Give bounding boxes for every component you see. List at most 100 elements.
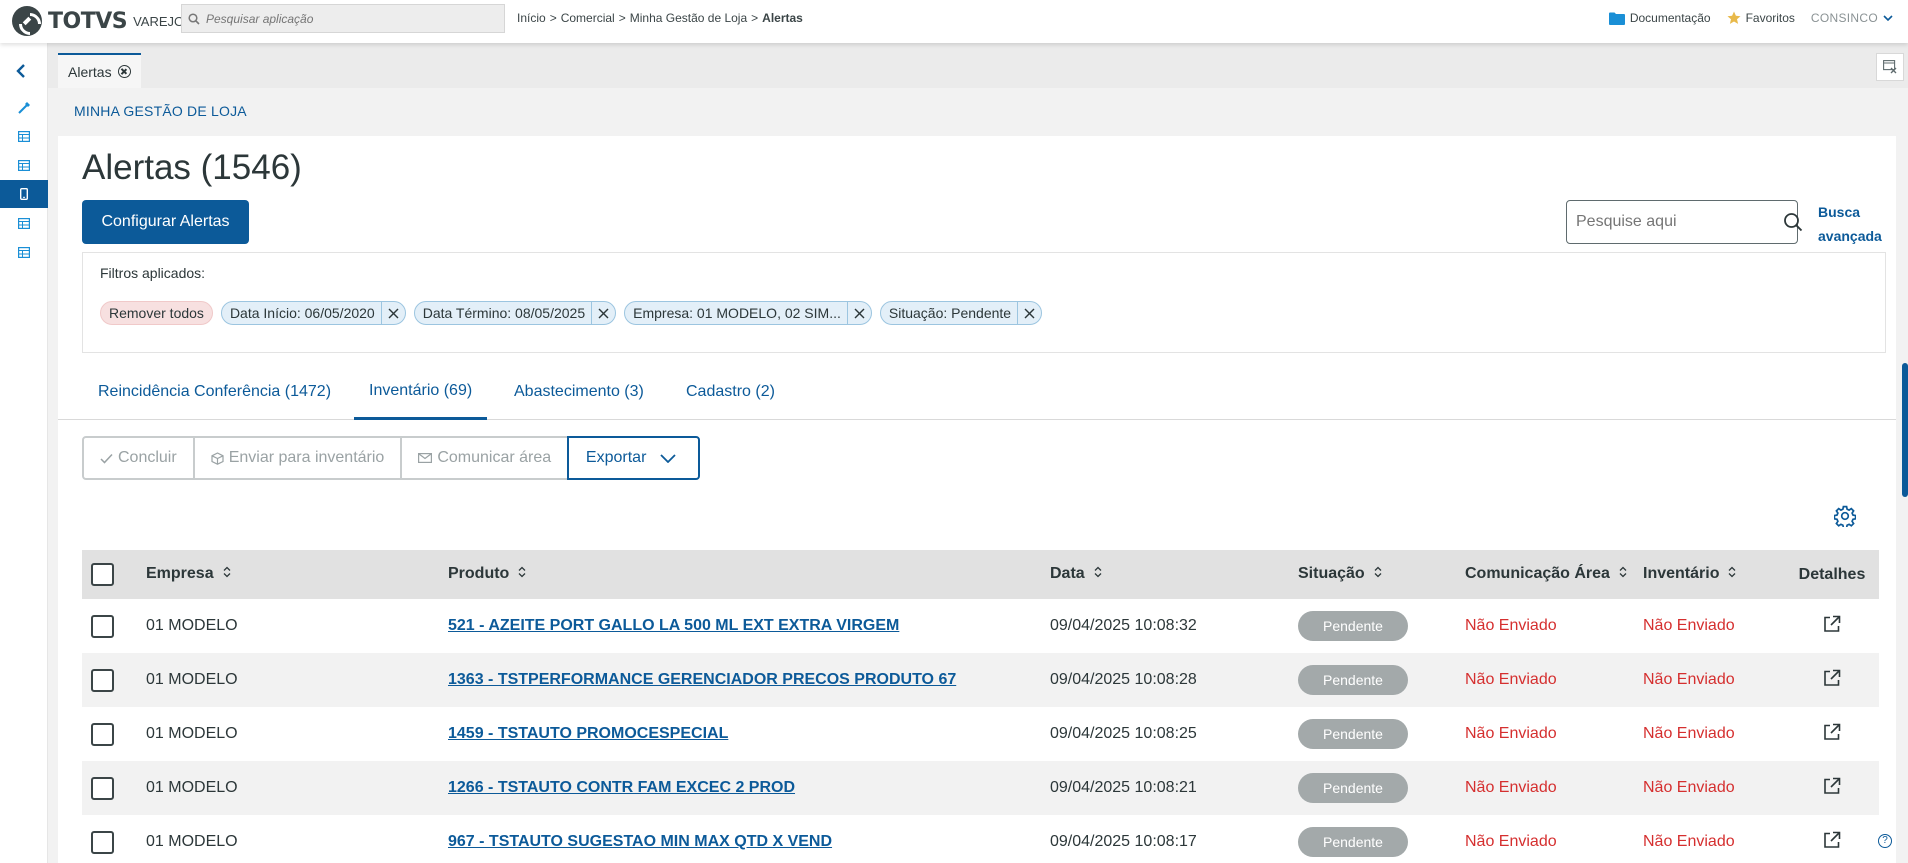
select-all-checkbox[interactable] bbox=[91, 563, 114, 586]
page-scrollbar[interactable] bbox=[1902, 363, 1908, 497]
cell-data: 09/04/2025 10:08:28 bbox=[1050, 671, 1197, 688]
breadcrumb-item-inicio[interactable]: Início bbox=[517, 11, 546, 25]
column-inventario[interactable]: Inventário bbox=[1643, 550, 1785, 599]
breadcrumb: Início > Comercial > Minha Gestão de Loja > Al… bbox=[517, 11, 803, 25]
filter-chip-label: Data Início: 06/05/2020 bbox=[229, 305, 375, 321]
close-tab-icon[interactable] bbox=[117, 65, 131, 78]
alert-category-tabs: Reincidência Conferência (1472) Inventár… bbox=[58, 364, 1896, 420]
app-search[interactable] bbox=[181, 4, 505, 33]
breadcrumb-item-gestao[interactable]: Minha Gestão de Loja bbox=[630, 11, 747, 25]
external-link-icon[interactable] bbox=[1823, 615, 1841, 637]
conclude-button[interactable]: Concluir bbox=[82, 436, 195, 480]
window-options-button[interactable] bbox=[1876, 53, 1904, 81]
advanced-search-link[interactable]: Busca avançada bbox=[1818, 200, 1888, 248]
remove-all-filters-button[interactable]: Remover todos bbox=[100, 301, 213, 325]
product-link[interactable]: 1363 - TSTPERFORMANCE GERENCIADOR PRECOS… bbox=[448, 671, 956, 688]
table-icon bbox=[18, 159, 30, 171]
help-icon[interactable]: ? bbox=[1878, 834, 1892, 848]
favorites-link[interactable]: Favoritos bbox=[1727, 11, 1795, 25]
cell-empresa: 01 MODELO bbox=[146, 671, 238, 688]
rail-item-mobile[interactable] bbox=[0, 180, 48, 208]
tab-inventario[interactable]: Inventário (69) bbox=[354, 364, 488, 420]
external-link-icon[interactable] bbox=[1823, 723, 1841, 745]
row-checkbox[interactable] bbox=[91, 776, 114, 800]
table-header-row: Empresa Produto Data Situação Comunicaçã… bbox=[82, 550, 1879, 599]
row-checkbox[interactable] bbox=[91, 614, 114, 638]
product-link[interactable]: 521 - AZEITE PORT GALLO LA 500 ML EXT EX… bbox=[448, 617, 899, 634]
status-badge: Pendente bbox=[1298, 827, 1408, 857]
cell-empresa: 01 MODELO bbox=[146, 617, 238, 634]
top-right-menu: Documentação Favoritos CONSINCO bbox=[1593, 0, 1898, 36]
quick-search-input[interactable] bbox=[1567, 201, 1783, 243]
breadcrumb-separator: > bbox=[751, 11, 759, 25]
column-data[interactable]: Data bbox=[1050, 550, 1298, 599]
product-link[interactable]: 1266 - TSTAUTO CONTR FAM EXCEC 2 PROD bbox=[448, 779, 795, 796]
rail-item-table-1[interactable] bbox=[0, 122, 48, 150]
tab-cadastro[interactable]: Cadastro (2) bbox=[686, 364, 775, 420]
product-link[interactable]: 967 - TSTAUTO SUGESTAO MIN MAX QTD X VEN… bbox=[448, 833, 832, 850]
cell-comunicacao: Não Enviado bbox=[1465, 725, 1557, 742]
tab-reincidencia[interactable]: Reincidência Conferência (1472) bbox=[98, 364, 331, 420]
product-link[interactable]: 1459 - TSTAUTO PROMOCESPECIAL bbox=[448, 725, 728, 742]
send-to-inventory-button[interactable]: Enviar para inventário bbox=[192, 436, 403, 480]
cell-comunicacao: Não Enviado bbox=[1465, 833, 1557, 850]
communicate-area-button[interactable]: Comunicar área bbox=[400, 436, 570, 480]
export-label: Exportar bbox=[585, 449, 647, 466]
external-link-icon[interactable] bbox=[1823, 669, 1841, 691]
sort-icon bbox=[1728, 565, 1736, 583]
sort-icon bbox=[518, 565, 526, 583]
cell-comunicacao: Não Enviado bbox=[1465, 671, 1557, 688]
table-settings-button[interactable] bbox=[1833, 505, 1857, 532]
chevron-down-icon bbox=[1883, 15, 1893, 21]
column-produto[interactable]: Produto bbox=[448, 550, 1050, 599]
table-row: 01 MODELO 967 - TSTAUTO SUGESTAO MIN MAX… bbox=[82, 815, 1879, 863]
external-link-icon[interactable] bbox=[1823, 777, 1841, 799]
cell-comunicacao: Não Enviado bbox=[1465, 779, 1557, 796]
column-empresa[interactable]: Empresa bbox=[146, 550, 448, 599]
module-title: MINHA GESTÃO DE LOJA bbox=[74, 103, 247, 119]
cell-inventario: Não Enviado bbox=[1643, 833, 1735, 850]
tab-abastecimento[interactable]: Abastecimento (3) bbox=[514, 364, 644, 420]
rail-item-table-3[interactable] bbox=[0, 209, 48, 237]
row-checkbox[interactable] bbox=[91, 722, 114, 746]
conclude-label: Concluir bbox=[118, 449, 177, 466]
row-checkbox[interactable] bbox=[91, 830, 114, 854]
quick-search[interactable] bbox=[1566, 200, 1803, 244]
box-icon bbox=[211, 451, 224, 465]
sort-icon bbox=[223, 565, 231, 583]
filter-chip-status: Situação: Pendente bbox=[879, 301, 1043, 325]
user-menu[interactable]: CONSINCO bbox=[1811, 11, 1898, 25]
rail-item-tools[interactable] bbox=[0, 94, 48, 122]
folder-icon bbox=[1608, 12, 1625, 25]
totvs-logo[interactable]: TOTVS VAREJO bbox=[12, 4, 184, 38]
breadcrumb-separator: > bbox=[549, 11, 557, 25]
search-icon[interactable] bbox=[1783, 212, 1803, 232]
close-icon[interactable] bbox=[380, 302, 405, 324]
close-icon[interactable] bbox=[591, 302, 615, 324]
tab-alertas[interactable]: Alertas bbox=[58, 53, 141, 88]
column-comunicacao[interactable]: Comunicação Área bbox=[1465, 550, 1643, 599]
external-link-icon[interactable] bbox=[1823, 831, 1841, 853]
breadcrumb-item-comercial[interactable]: Comercial bbox=[561, 11, 615, 25]
cell-data: 09/04/2025 10:08:17 bbox=[1050, 833, 1197, 850]
row-checkbox[interactable] bbox=[91, 668, 114, 692]
check-icon bbox=[100, 453, 113, 464]
column-situacao[interactable]: Situação bbox=[1298, 550, 1465, 599]
app-search-input[interactable] bbox=[206, 5, 504, 32]
close-icon[interactable] bbox=[846, 302, 871, 324]
rail-item-table-2[interactable] bbox=[0, 151, 48, 179]
collapse-menu-button[interactable] bbox=[14, 63, 28, 84]
configure-alerts-button[interactable]: Configurar Alertas bbox=[82, 200, 249, 244]
rail-item-table-4[interactable] bbox=[0, 238, 48, 266]
table-icon bbox=[18, 246, 30, 258]
filter-chip-start-date: Data Início: 06/05/2020 bbox=[220, 301, 406, 325]
column-label: Detalhes bbox=[1798, 565, 1866, 583]
table-icon bbox=[18, 217, 30, 229]
close-icon[interactable] bbox=[1017, 302, 1041, 324]
column-label: Situação bbox=[1298, 565, 1365, 583]
status-badge: Pendente bbox=[1298, 665, 1408, 695]
export-button[interactable]: Exportar bbox=[567, 436, 701, 480]
cell-empresa: 01 MODELO bbox=[146, 833, 238, 850]
documentation-link[interactable]: Documentação bbox=[1608, 11, 1711, 25]
sort-icon bbox=[1374, 565, 1382, 583]
